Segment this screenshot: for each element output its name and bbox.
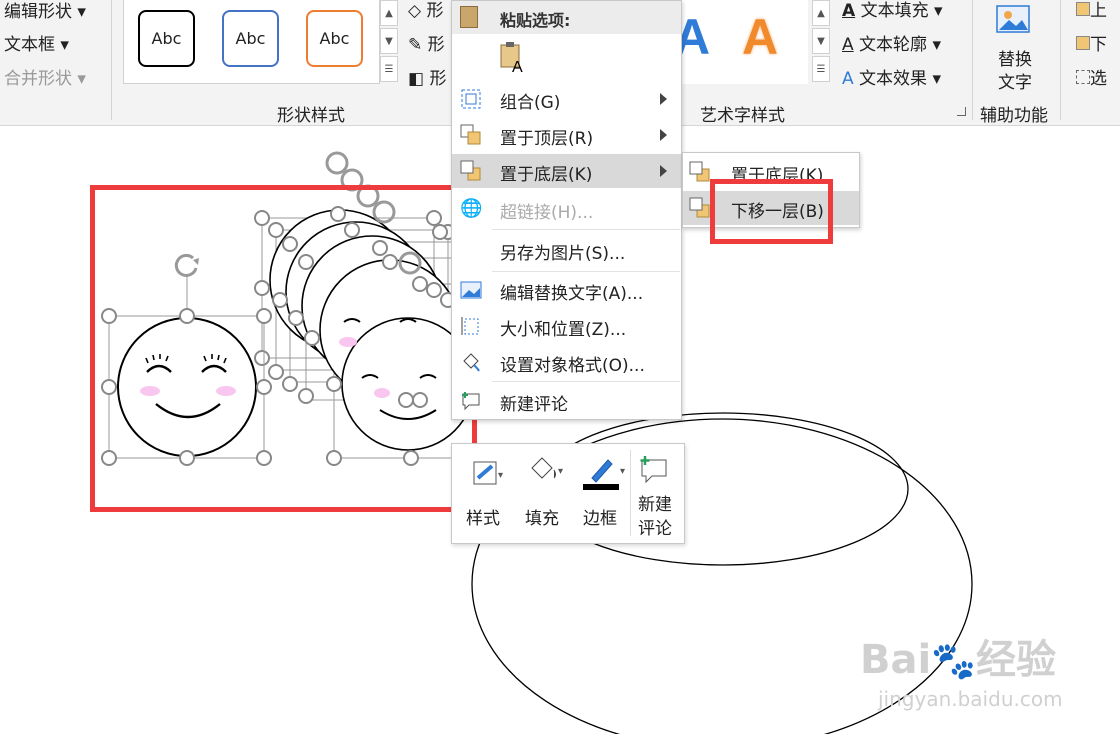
wordart-gallery[interactable]: A A	[674, 0, 808, 84]
send-backward-button[interactable]: 下	[1076, 30, 1107, 55]
new-comment-icon[interactable]	[638, 454, 670, 484]
accessibility-group-label: 辅助功能	[980, 106, 1048, 126]
menu-item-label: 置于底层(K)	[500, 165, 593, 185]
edit-shape-button[interactable]: 编辑形状 ▾	[4, 0, 86, 22]
menu-item-label: 大小和位置(Z)...	[500, 320, 627, 340]
bring-forward-button[interactable]: 上	[1076, 0, 1107, 21]
menu-item-hyperlink[interactable]: 🌐 超链接(H)...	[452, 192, 681, 226]
text-box-button[interactable]: 文本框 ▾	[4, 30, 69, 55]
border-button-icon[interactable]: ▾	[582, 454, 628, 492]
send-to-back-icon	[689, 161, 711, 183]
dialog-launcher-icon[interactable]	[957, 107, 966, 116]
bring-to-front-icon	[460, 124, 482, 146]
submenu-arrow-icon	[660, 93, 667, 105]
text-effects-button[interactable]: A 文本效果 ▾	[842, 64, 941, 89]
menu-item-edit-alt-text[interactable]: 编辑替换文字(A)...	[452, 273, 681, 307]
menu-item-label: 编辑替换文字(A)...	[500, 284, 644, 304]
wordart-more[interactable]: ☰	[812, 56, 830, 82]
menu-item-label: 新建评论	[500, 395, 568, 415]
new-comment-icon	[460, 390, 482, 412]
new-comment-label-1[interactable]: 新建	[638, 490, 672, 515]
context-menu: 粘贴选项: A 组合(G) 置于顶层(R) 置于底层(K) 🌐 超链接(H)..…	[451, 0, 682, 420]
watermark-brand: Bai🐾经验	[860, 637, 1057, 683]
shape-outline-button[interactable]: ✎ 形	[408, 30, 445, 55]
text-effects-icon: A	[842, 69, 854, 89]
text-fill-icon: A	[842, 1, 856, 21]
shape-style-orange[interactable]: Abc	[306, 10, 363, 67]
paste-options-header: 粘贴选项:	[452, 1, 681, 34]
text-outline-icon: A	[842, 35, 854, 55]
selection-pane-icon	[1076, 70, 1090, 84]
wordart-scroll-down[interactable]: ▼	[812, 28, 830, 54]
menu-item-new-comment[interactable]: 新建评论	[452, 384, 681, 418]
border-button-label[interactable]: 边框	[583, 504, 617, 529]
highlight-box-send-backward	[710, 179, 833, 244]
hyperlink-icon: 🌐	[460, 198, 483, 219]
alt-text-icon	[460, 279, 482, 301]
menu-item-label: 置于顶层(R)	[500, 129, 594, 149]
group-icon	[460, 88, 482, 110]
shape-style-blue[interactable]: Abc	[222, 10, 279, 67]
watermark-url: jingyan.baidu.com	[878, 687, 1063, 711]
wordart-scroll-up[interactable]: ▲	[812, 0, 830, 26]
menu-item-group[interactable]: 组合(G)	[452, 82, 681, 116]
shape-fill-button[interactable]: ◇ 形	[408, 0, 443, 21]
bring-forward-icon	[1076, 2, 1090, 16]
menu-item-format-object[interactable]: 设置对象格式(O)...	[452, 345, 681, 379]
send-backward-icon	[689, 197, 711, 219]
wordart-group-label: 艺术字样式	[700, 106, 785, 126]
alt-text-icon[interactable]	[996, 2, 1032, 38]
size-position-icon	[460, 315, 482, 337]
menu-divider	[492, 229, 680, 230]
new-comment-label-2[interactable]: 评论	[638, 514, 672, 539]
gallery-scroll-down[interactable]: ▼	[380, 28, 398, 54]
mini-toolbar: ▾ 样式 ▾ 填充 ▾ 边框 新建 评论	[451, 443, 685, 544]
shape-effects-button[interactable]: ◧ 形	[408, 64, 446, 89]
text-outline-button[interactable]: A 文本轮廓 ▾	[842, 30, 941, 55]
paw-icon: 🐾	[931, 641, 977, 682]
svg-text:▾: ▾	[498, 470, 503, 481]
menu-item-label: 设置对象格式(O)...	[500, 356, 645, 376]
menu-item-label: 另存为图片(S)...	[500, 244, 626, 264]
shape-styles-group-label: 形状样式	[277, 106, 345, 126]
ribbon-separator	[111, 0, 112, 120]
submenu-arrow-icon	[660, 129, 667, 141]
wordart-orange-a[interactable]: A	[742, 8, 778, 66]
gallery-scroll-up[interactable]: ▲	[380, 0, 398, 26]
highlight-box-shapes	[90, 185, 477, 512]
menu-item-size-position[interactable]: 大小和位置(Z)...	[452, 309, 681, 343]
menu-item-label: 超链接(H)...	[500, 203, 594, 223]
style-button-label[interactable]: 样式	[466, 504, 500, 529]
fill-button-icon[interactable]: ▾	[528, 456, 568, 490]
paste-keep-text-icon[interactable]: A	[500, 41, 526, 76]
merge-shapes-button[interactable]: 合并形状 ▾	[4, 64, 86, 89]
format-object-icon	[460, 351, 482, 373]
menu-item-bring-to-front[interactable]: 置于顶层(R)	[452, 118, 681, 152]
toolbar-divider	[630, 450, 631, 536]
ribbon-separator	[972, 0, 973, 120]
ribbon-separator	[1060, 0, 1061, 120]
fill-button-label[interactable]: 填充	[525, 504, 559, 529]
submenu-arrow-icon	[660, 165, 667, 177]
paste-icon	[460, 6, 478, 28]
send-to-back-icon	[460, 160, 482, 182]
svg-text:A: A	[512, 59, 523, 73]
menu-item-save-as-picture[interactable]: 另存为图片(S)...	[452, 233, 681, 267]
paste-options-label: 粘贴选项:	[500, 11, 571, 30]
style-button-icon[interactable]: ▾	[472, 456, 508, 490]
svg-text:▾: ▾	[558, 466, 563, 477]
menu-item-label: 组合(G)	[500, 93, 561, 113]
gallery-more[interactable]: ☰	[380, 56, 398, 82]
menu-item-send-to-back[interactable]: 置于底层(K)	[452, 154, 681, 188]
menu-divider	[492, 381, 680, 382]
send-backward-icon	[1076, 36, 1090, 50]
svg-text:▾: ▾	[620, 466, 625, 477]
shape-style-gallery[interactable]: Abc Abc Abc	[123, 0, 380, 84]
menu-divider	[492, 271, 680, 272]
alt-text-label-1[interactable]: 替换	[998, 45, 1032, 70]
text-fill-button[interactable]: A 文本填充 ▾	[842, 0, 943, 21]
selection-pane-button[interactable]: 选	[1076, 64, 1107, 89]
shape-style-black[interactable]: Abc	[138, 10, 195, 67]
alt-text-label-2[interactable]: 文字	[998, 68, 1032, 93]
